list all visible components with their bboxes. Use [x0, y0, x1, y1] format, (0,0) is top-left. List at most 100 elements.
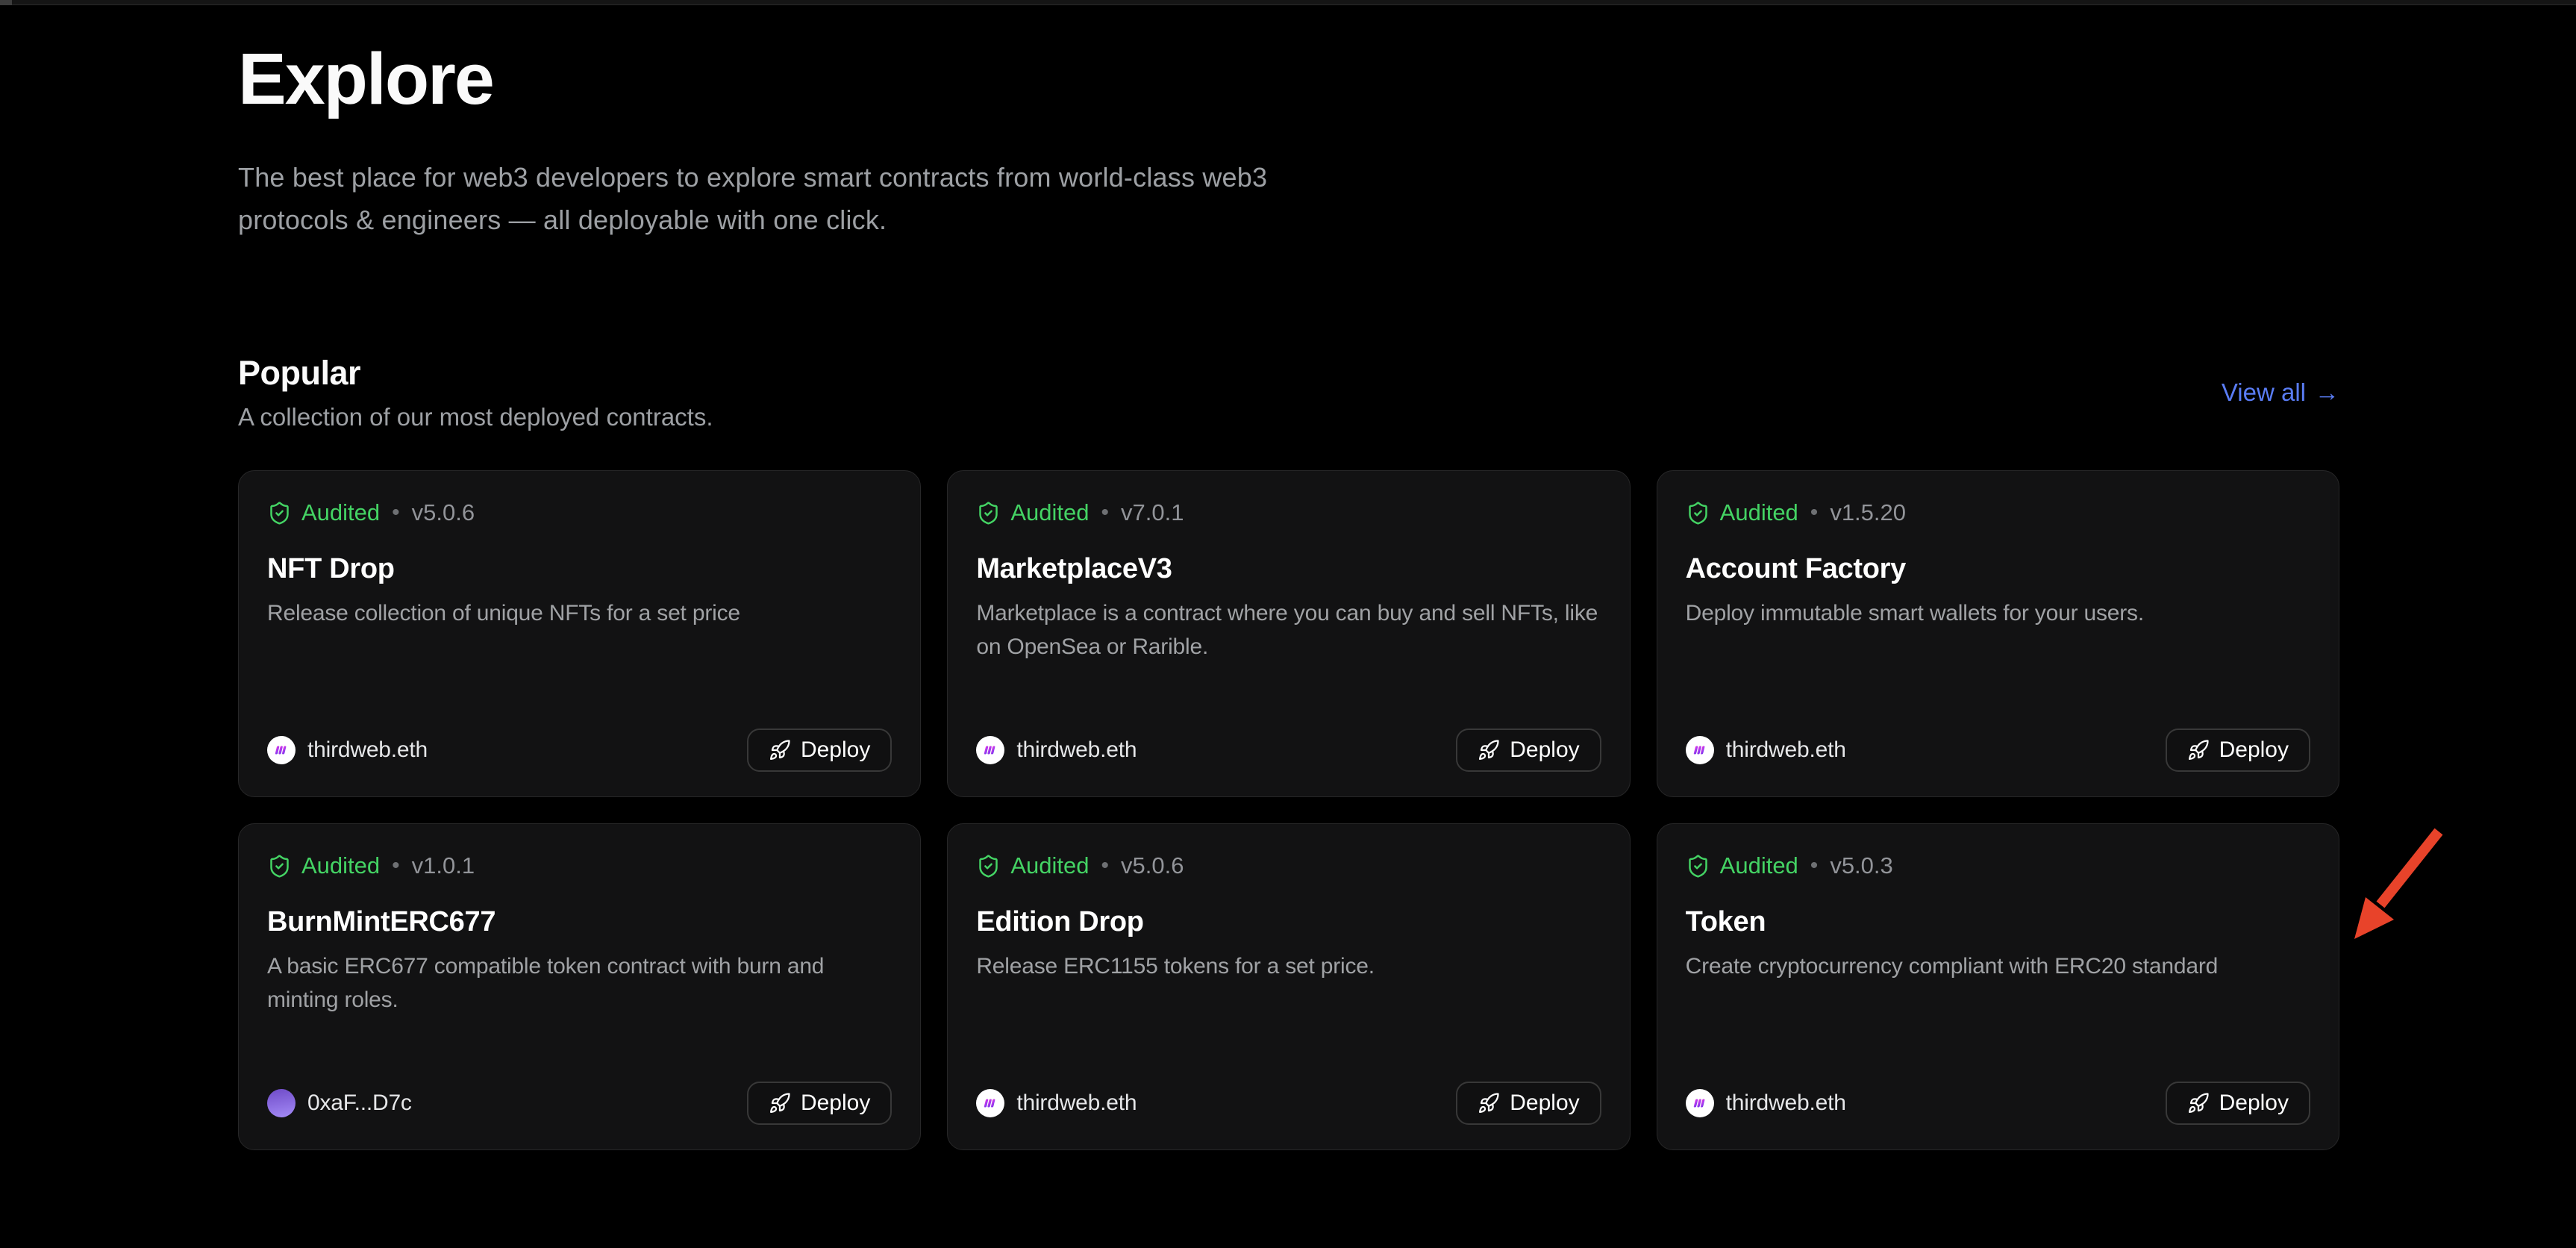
publisher-link[interactable]: thirdweb.eth — [267, 736, 428, 764]
publisher-name: thirdweb.eth — [1726, 1091, 1846, 1116]
dot-separator: • — [1101, 853, 1109, 879]
contract-title: BurnMintERC677 — [267, 906, 892, 938]
contract-card-marketplacev3[interactable]: Audited • v7.0.1 MarketplaceV3 Marketpla… — [947, 470, 1630, 797]
rocket-icon — [769, 739, 791, 761]
publisher-avatar — [267, 1089, 296, 1117]
dot-separator: • — [1810, 500, 1819, 525]
arrow-right-icon: → — [2315, 378, 2339, 407]
card-footer: thirdweb.eth Deploy — [267, 728, 892, 772]
contract-title: MarketplaceV3 — [976, 553, 1601, 585]
rocket-icon — [769, 1092, 791, 1114]
section-title: Popular — [238, 354, 713, 393]
top-edge-strip — [0, 0, 2576, 5]
card-footer: thirdweb.eth Deploy — [1686, 728, 2310, 772]
deploy-label: Deploy — [2219, 737, 2289, 763]
contract-card-edition-drop[interactable]: Audited • v5.0.6 Edition Drop Release ER… — [947, 823, 1630, 1150]
rocket-icon — [1478, 739, 1500, 761]
version-label: v5.0.3 — [1830, 852, 1892, 879]
badge-row: Audited • v5.0.6 — [976, 852, 1601, 879]
deploy-button[interactable]: Deploy — [1456, 1082, 1601, 1125]
shield-check-icon — [1686, 854, 1710, 879]
popular-section-titles: Popular A collection of our most deploye… — [238, 354, 713, 431]
contract-description: Release collection of unique NFTs for a … — [267, 597, 892, 630]
contract-card-account-factory[interactable]: Audited • v1.5.20 Account Factory Deploy… — [1657, 470, 2339, 797]
contract-description: Release ERC1155 tokens for a set price. — [976, 950, 1601, 983]
contract-card-nft-drop[interactable]: Audited • v5.0.6 NFT Drop Release collec… — [238, 470, 921, 797]
rocket-icon — [2187, 739, 2210, 761]
card-footer: thirdweb.eth Deploy — [976, 728, 1601, 772]
publisher-name: 0xaF...D7c — [307, 1091, 412, 1116]
dot-separator: • — [392, 500, 400, 525]
card-footer: thirdweb.eth Deploy — [1686, 1082, 2310, 1125]
publisher-name: thirdweb.eth — [1016, 737, 1137, 763]
contract-title: Account Factory — [1686, 553, 2310, 585]
deploy-button[interactable]: Deploy — [747, 728, 892, 772]
publisher-link[interactable]: 0xaF...D7c — [267, 1089, 412, 1117]
shield-check-icon — [976, 854, 1001, 879]
contract-description: A basic ERC677 compatible token contract… — [267, 950, 892, 1017]
version-label: v5.0.6 — [412, 499, 475, 526]
badge-row: Audited • v5.0.3 — [1686, 852, 2310, 879]
card-footer: 0xaF...D7c Deploy — [267, 1082, 892, 1125]
dot-separator: • — [1810, 853, 1819, 879]
contract-card-burnminterc677[interactable]: Audited • v1.0.1 BurnMintERC677 A basic … — [238, 823, 921, 1150]
publisher-name: thirdweb.eth — [1726, 737, 1846, 763]
publisher-link[interactable]: thirdweb.eth — [1686, 736, 1846, 764]
badge-row: Audited • v1.5.20 — [1686, 499, 2310, 526]
badge-row: Audited • v5.0.6 — [267, 499, 892, 526]
audited-badge: Audited — [301, 852, 380, 879]
badge-row: Audited • v7.0.1 — [976, 499, 1601, 526]
contract-card-grid: Audited • v5.0.6 NFT Drop Release collec… — [238, 470, 2339, 1150]
publisher-link[interactable]: thirdweb.eth — [976, 736, 1137, 764]
deploy-label: Deploy — [1510, 1091, 1579, 1116]
contract-description: Marketplace is a contract where you can … — [976, 597, 1601, 664]
shield-check-icon — [267, 854, 292, 879]
version-label: v5.0.6 — [1121, 852, 1184, 879]
deploy-button[interactable]: Deploy — [2166, 728, 2310, 772]
publisher-name: thirdweb.eth — [1016, 1091, 1137, 1116]
version-label: v7.0.1 — [1121, 499, 1184, 526]
top-edge-corner — [0, 0, 12, 5]
contract-title: Token — [1686, 906, 2310, 938]
thirdweb-logo-icon — [982, 742, 998, 758]
badge-row: Audited • v1.0.1 — [267, 852, 892, 879]
version-label: v1.5.20 — [1830, 499, 1906, 526]
shield-check-icon — [267, 501, 292, 525]
deploy-button[interactable]: Deploy — [747, 1082, 892, 1125]
view-all-link[interactable]: View all → — [2222, 378, 2339, 407]
page-subtitle: The best place for web3 developers to ex… — [238, 157, 1380, 242]
contract-description: Deploy immutable smart wallets for your … — [1686, 597, 2310, 630]
shield-check-icon — [976, 501, 1001, 525]
version-label: v1.0.1 — [412, 852, 475, 879]
explore-page: Explore The best place for web3 develope… — [0, 0, 2576, 1150]
dot-separator: • — [392, 853, 400, 879]
card-footer: thirdweb.eth Deploy — [976, 1082, 1601, 1125]
rocket-icon — [1478, 1092, 1500, 1114]
audited-badge: Audited — [301, 499, 380, 526]
audited-badge: Audited — [1010, 852, 1089, 879]
view-all-label: View all — [2222, 378, 2306, 407]
contract-title: Edition Drop — [976, 906, 1601, 938]
publisher-avatar — [976, 1089, 1004, 1117]
publisher-link[interactable]: thirdweb.eth — [1686, 1089, 1846, 1117]
thirdweb-logo-icon — [273, 742, 290, 758]
audited-badge: Audited — [1010, 499, 1089, 526]
contract-description: Create cryptocurrency compliant with ERC… — [1686, 950, 2310, 983]
publisher-link[interactable]: thirdweb.eth — [976, 1089, 1137, 1117]
deploy-label: Deploy — [801, 737, 870, 763]
deploy-button[interactable]: Deploy — [2166, 1082, 2310, 1125]
audited-badge: Audited — [1720, 852, 1798, 879]
publisher-name: thirdweb.eth — [307, 737, 428, 763]
deploy-label: Deploy — [801, 1091, 870, 1116]
dot-separator: • — [1101, 500, 1109, 525]
popular-section-header: Popular A collection of our most deploye… — [238, 354, 2339, 431]
deploy-button[interactable]: Deploy — [1456, 728, 1601, 772]
deploy-label: Deploy — [2219, 1091, 2289, 1116]
deploy-label: Deploy — [1510, 737, 1579, 763]
audited-badge: Audited — [1720, 499, 1798, 526]
contract-card-token[interactable]: Audited • v5.0.3 Token Create cryptocurr… — [1657, 823, 2339, 1150]
publisher-avatar — [976, 736, 1004, 764]
thirdweb-logo-icon — [1692, 1095, 1708, 1111]
rocket-icon — [2187, 1092, 2210, 1114]
thirdweb-logo-icon — [1692, 742, 1708, 758]
